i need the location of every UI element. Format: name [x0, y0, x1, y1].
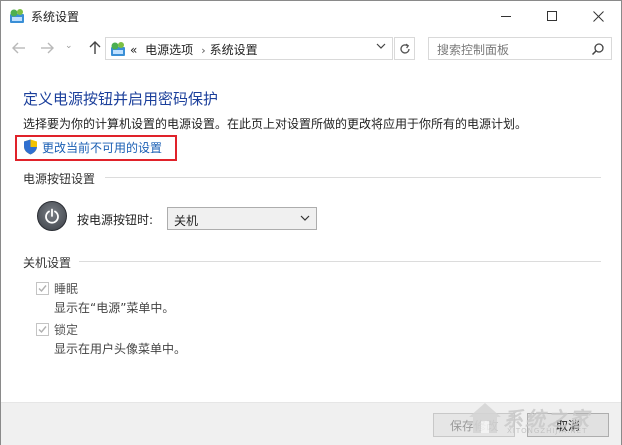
control-panel-icon [111, 42, 125, 56]
minimize-icon [501, 15, 511, 17]
sleep-description: 显示在“电源”菜单中。 [54, 301, 175, 315]
page-description: 选择要为你的计算机设置的电源设置。在此页上对设置所做的更改将应用于你所有的电源计… [23, 117, 528, 131]
maximize-button[interactable] [529, 1, 575, 31]
change-settings-label[interactable]: 更改当前不可用的设置 [42, 139, 162, 156]
window-title: 系统设置 [31, 10, 80, 24]
up-arrow-icon [89, 41, 101, 54]
power-button-action-select[interactable]: 关机 [167, 207, 317, 230]
page-title: 定义电源按钮并启用密码保护 [23, 90, 219, 108]
sleep-checkbox[interactable] [36, 282, 49, 295]
power-button-action-value: 关机 [174, 214, 199, 228]
checkmark-icon [38, 285, 47, 293]
navigation-bar: ⌄ « 电源选项 › 系统设置 搜索控制面板 [1, 32, 621, 64]
power-icon [37, 201, 67, 231]
breadcrumb-item-power-options[interactable]: 电源选项 [145, 43, 193, 57]
close-button[interactable] [575, 1, 621, 31]
up-button[interactable] [85, 39, 105, 57]
refresh-icon [399, 43, 410, 54]
maximize-icon [547, 11, 557, 21]
title-bar: 系统设置 [1, 1, 621, 31]
close-icon [592, 10, 604, 22]
house-logo-icon [469, 403, 501, 433]
breadcrumb: « 电源选项 › 系统设置 [130, 41, 262, 58]
shutdown-section-title: 关机设置 [23, 256, 72, 270]
breadcrumb-overflow[interactable]: « [130, 43, 137, 57]
search-placeholder: 搜索控制面板 [437, 43, 510, 57]
sleep-label: 睡眠 [54, 282, 79, 296]
back-button[interactable] [9, 39, 29, 57]
back-arrow-icon [12, 42, 25, 54]
change-settings-link[interactable]: 更改当前不可用的设置 [23, 139, 162, 155]
recent-locations-button[interactable]: ⌄ [65, 41, 73, 51]
breadcrumb-item-system-settings[interactable]: 系统设置 [210, 43, 258, 57]
address-bar[interactable]: « 电源选项 › 系统设置 [105, 37, 393, 60]
watermark-logo: 系统之家 XITONGZHIJIA.NET [463, 393, 621, 445]
control-panel-icon [10, 9, 24, 23]
minimize-button[interactable] [483, 1, 529, 31]
system-settings-window: 系统设置 ⌄ « 电源选项 › 系统设置 搜索控制面板 定义电源按钮并启用密码保… [0, 0, 622, 445]
chevron-down-icon[interactable] [376, 41, 386, 51]
checkmark-icon [38, 326, 47, 334]
forward-button[interactable] [37, 39, 57, 57]
search-input[interactable]: 搜索控制面板 [428, 37, 612, 60]
watermark-subtext: XITONGZHIJIA.NET [507, 427, 588, 435]
power-button-label: 按电源按钮时: [77, 213, 154, 227]
forward-arrow-icon [41, 42, 54, 54]
section-divider [79, 261, 601, 262]
power-symbol-icon [45, 208, 59, 224]
lock-description: 显示在用户头像菜单中。 [54, 342, 187, 356]
refresh-button[interactable] [394, 37, 415, 60]
lock-label: 锁定 [54, 323, 79, 337]
section-divider [105, 177, 601, 178]
power-button-section-title: 电源按钮设置 [23, 172, 96, 186]
chevron-right-icon[interactable]: › [201, 44, 205, 57]
lock-checkbox[interactable] [36, 323, 49, 336]
search-icon[interactable] [591, 42, 605, 56]
shield-icon [24, 139, 37, 155]
chevron-down-icon [300, 215, 310, 221]
